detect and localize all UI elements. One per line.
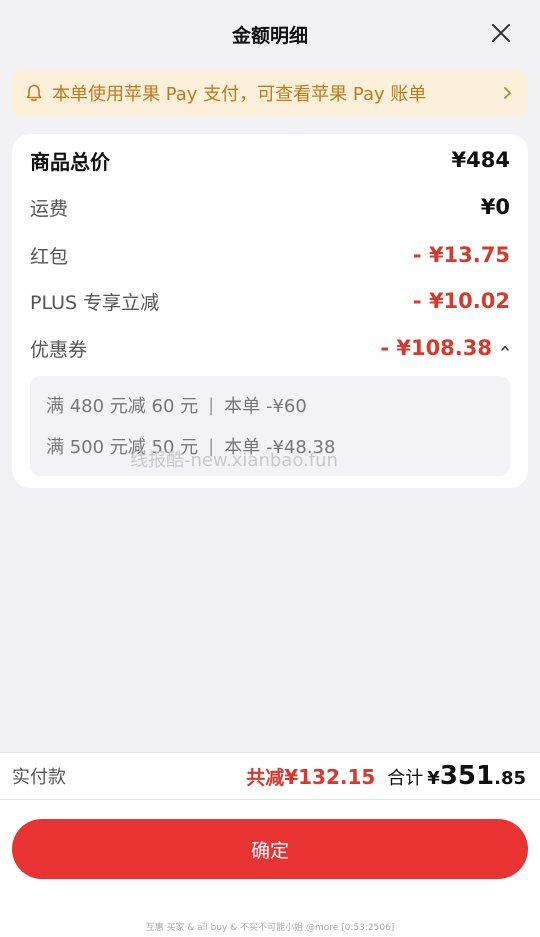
close-button[interactable] <box>490 22 512 44</box>
sum-currency: ¥ <box>427 768 440 789</box>
sum-label: 合计 <box>387 768 424 789</box>
page-title: 金额明细 <box>231 24 308 47</box>
saved-amount: ¥132.15 <box>284 765 376 789</box>
bottom-action-area: 确定 互惠 买家 & all buy & 不买不可能小姐 @more [0:53… <box>0 800 540 937</box>
plus-discount-value: - ¥10.02 <box>412 289 510 313</box>
apple-pay-notice[interactable]: 本单使用苹果 Pay 支付，可查看苹果 Pay 账单 <box>12 70 528 116</box>
shipping-label: 运费 <box>30 197 69 220</box>
sum-decimal: .85 <box>494 768 526 789</box>
shipping-value: ¥0 <box>480 195 510 219</box>
chevron-up-icon[interactable] <box>500 343 510 353</box>
close-icon <box>492 24 510 42</box>
coupon-item: 满 480 元减 60 元 | 本单 -¥60 <box>46 392 307 418</box>
pay-label: 实付款 <box>12 767 66 788</box>
row-shipping: 运费 ¥0 <box>30 192 510 222</box>
watermark-text: 线报酷-new.xianbao.fun <box>130 450 338 471</box>
bell-icon <box>24 83 44 103</box>
payment-summary-bar: 实付款 共减 ¥132.15 合计 ¥ 351 .85 <box>0 752 540 800</box>
red-packet-label: 红包 <box>30 245 69 268</box>
coupon-label: 优惠券 <box>30 338 88 361</box>
row-red-packet: 红包 - ¥13.75 <box>30 240 510 270</box>
header: 金额明细 <box>0 0 540 68</box>
red-packet-value: - ¥13.75 <box>412 243 510 267</box>
sum-integer: 351 <box>439 761 495 791</box>
goods-total-label: 商品总价 <box>30 149 110 174</box>
coupon-amount: - ¥108.38 <box>380 336 492 360</box>
coupon-rule: 满 480 元减 60 元 <box>46 396 199 417</box>
coupon-separator: | <box>208 394 215 416</box>
goods-total-value: ¥484 <box>451 148 510 172</box>
pay-summary: 共减 ¥132.15 合计 ¥ 351 .85 <box>246 761 526 791</box>
row-plus-discount: PLUS 专享立减 - ¥10.02 <box>30 286 510 316</box>
footer-note: 互惠 买家 & all buy & 不买不可能小姐 @more [0:53:25… <box>145 923 395 933</box>
coupon-detail: 本单 -¥60 <box>224 396 307 417</box>
notice-text: 本单使用苹果 Pay 支付，可查看苹果 Pay 账单 <box>52 84 427 105</box>
plus-discount-label: PLUS 专享立减 <box>30 291 160 314</box>
row-coupon[interactable]: 优惠券 - ¥108.38 <box>30 333 510 363</box>
chevron-right-icon <box>500 86 514 100</box>
price-breakdown-card: 商品总价 ¥484 运费 ¥0 红包 - ¥13.75 PLUS 专享立减 - … <box>12 134 528 488</box>
confirm-button[interactable]: 确定 <box>12 819 528 879</box>
row-goods-total: 商品总价 ¥484 <box>30 145 510 175</box>
coupon-value[interactable]: - ¥108.38 <box>380 336 510 360</box>
saved-label: 共减 <box>246 767 285 789</box>
